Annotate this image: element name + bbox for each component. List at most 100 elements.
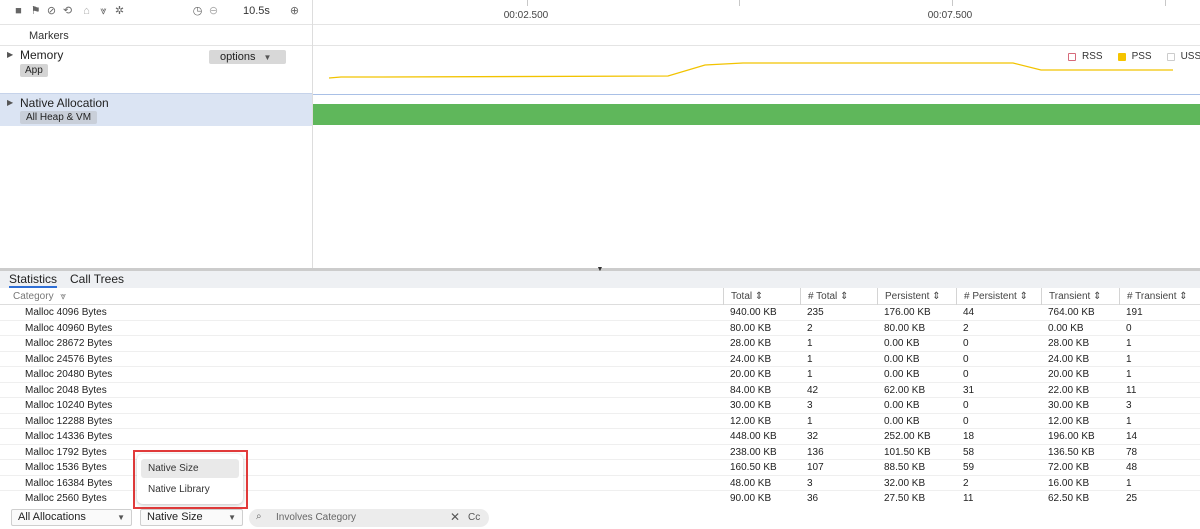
column-header-transient[interactable]: Transient ⇕ <box>1041 288 1119 305</box>
filter-icon[interactable]: ⩔ <box>60 291 66 302</box>
native-allocation-track[interactable]: ▶ Native Allocation All Heap & VM <box>0 93 312 126</box>
capture-icon[interactable]: ⟲ <box>61 5 74 18</box>
sort-icon: ⇕ <box>1019 291 1028 302</box>
transient-cell: 30.00 KB <box>1048 400 1090 411</box>
ruler-tick-label: 00:02.500 <box>503 10 549 21</box>
table-header: Category ⩔ Total ⇕ # Total ⇕ Persistent … <box>0 288 1200 305</box>
options-button[interactable]: options ▼ <box>209 50 286 64</box>
zoom-out-icon[interactable]: ⊖ <box>207 5 220 18</box>
column-header-total[interactable]: Total ⇕ <box>723 288 800 305</box>
menu-option-native-size[interactable]: Native Size <box>141 459 239 478</box>
transient-cell: 136.50 KB <box>1048 446 1095 458</box>
ruler-tick <box>527 0 528 6</box>
pss-legend-icon <box>1117 52 1126 61</box>
search-icon: ⌕ <box>256 511 262 522</box>
sort-icon: ⇕ <box>932 291 941 302</box>
column-label: Category <box>13 291 54 302</box>
table-row[interactable]: Malloc 12288 Bytes 12.00 KB 1 0.00 KB 0 12.00… <box>0 414 1200 429</box>
table-row[interactable]: Malloc 24576 Bytes 24.00 KB 1 0.00 KB 0 24.00… <box>0 352 1200 367</box>
total-count-cell: 136 <box>807 446 824 458</box>
expand-arrow-icon[interactable]: ▶ <box>7 98 13 107</box>
transient-count-cell: 1 <box>1126 338 1132 349</box>
total-cell: 24.00 KB <box>730 353 772 365</box>
search-input[interactable]: ⌕ Involves Category ✕ Cc <box>249 509 489 527</box>
table-row[interactable]: Malloc 2048 Bytes 84.00 KB 42 62.00 KB 31 22.… <box>0 383 1200 398</box>
markers-label: Markers <box>29 30 69 42</box>
persistent-cell: 32.00 KB <box>884 477 926 489</box>
table-row[interactable]: Malloc 40960 Bytes 80.00 KB 2 80.00 KB 2 0.00… <box>0 321 1200 336</box>
category-cell: Malloc 24576 Bytes <box>25 353 113 365</box>
total-count-cell: 32 <box>807 431 819 442</box>
column-label: Transient <box>1049 291 1091 302</box>
profiler-window: ■ ⚑ ⊘ ⟲ ⌂ ⩔ ✲ ◷ ⊖ 10.5s ⊕ 00:02.500 00:0… <box>0 0 1200 529</box>
transient-cell: 62.50 KB <box>1048 493 1090 504</box>
persistent-count-cell: 2 <box>963 322 969 334</box>
allocation-bar[interactable] <box>313 104 1200 125</box>
transient-count-cell: 14 <box>1126 431 1138 442</box>
flag-icon[interactable]: ⚑ <box>29 5 42 18</box>
pss-line <box>328 62 1173 79</box>
sort-icon: ⇕ <box>1179 291 1188 302</box>
transient-count-cell: 1 <box>1126 353 1132 365</box>
total-cell: 448.00 KB <box>730 431 777 442</box>
column-header-transient-count[interactable]: # Transient ⇕ <box>1119 288 1200 305</box>
sort-icon: ⇕ <box>1093 291 1102 302</box>
column-label: Persistent <box>885 291 930 302</box>
category-cell: Malloc 16384 Bytes <box>25 477 113 489</box>
record-icon[interactable]: ⊘ <box>45 5 58 18</box>
category-cell: Malloc 40960 Bytes <box>25 322 113 334</box>
persistent-count-cell: 18 <box>963 431 975 442</box>
persistent-cell: 88.50 KB <box>884 462 926 473</box>
save-icon[interactable]: ⌂ <box>80 5 93 18</box>
total-cell: 20.00 KB <box>730 369 772 380</box>
column-header-category[interactable]: Category ⩔ <box>0 288 723 305</box>
total-count-cell: 2 <box>807 322 813 334</box>
total-count-cell: 1 <box>807 415 813 427</box>
grouping-select[interactable]: Native Size ▼ <box>140 509 243 526</box>
column-header-total-count[interactable]: # Total ⇕ <box>800 288 877 305</box>
expand-arrow-icon[interactable]: ▶ <box>7 50 13 59</box>
rss-legend-icon <box>1068 52 1076 61</box>
category-cell: Malloc 10240 Bytes <box>25 400 113 411</box>
filter-icon[interactable]: ⩔ <box>97 5 110 18</box>
persistent-cell: 80.00 KB <box>884 322 926 334</box>
table-row[interactable]: Malloc 10240 Bytes 30.00 KB 3 0.00 KB 0 30.00… <box>0 398 1200 414</box>
menu-option-native-library[interactable]: Native Library <box>141 480 239 499</box>
transient-cell: 0.00 KB <box>1048 322 1084 334</box>
zoom-in-icon[interactable]: ⊕ <box>288 5 301 18</box>
case-sensitive-toggle[interactable]: Cc <box>468 512 480 523</box>
stop-icon[interactable]: ■ <box>12 5 25 18</box>
tab-call-trees[interactable]: Call Trees <box>70 272 124 286</box>
ruler-tick <box>739 0 740 6</box>
table-row[interactable]: Malloc 4096 Bytes 940.00 KB 235 176.00 KB 44… <box>0 305 1200 321</box>
clear-icon[interactable]: ✕ <box>450 510 460 524</box>
persistent-count-cell: 0 <box>963 369 969 380</box>
settings-icon[interactable]: ✲ <box>113 5 126 18</box>
empty-track-area <box>0 126 1200 268</box>
total-cell: 12.00 KB <box>730 415 772 427</box>
total-count-cell: 107 <box>807 462 824 473</box>
persistent-count-cell: 31 <box>963 384 975 396</box>
memory-chart-area <box>313 46 1200 94</box>
category-cell: Malloc 20480 Bytes <box>25 369 113 380</box>
column-header-persistent-count[interactable]: # Persistent ⇕ <box>956 288 1041 305</box>
total-count-cell: 1 <box>807 369 813 380</box>
transient-count-cell: 48 <box>1126 462 1138 473</box>
transient-count-cell: 25 <box>1126 493 1138 504</box>
table-row[interactable]: Malloc 28672 Bytes 28.00 KB 1 0.00 KB 0 28.00… <box>0 336 1200 352</box>
table-row[interactable]: Malloc 14336 Bytes 448.00 KB 32 252.00 KB 18… <box>0 429 1200 445</box>
total-cell: 28.00 KB <box>730 338 772 349</box>
sort-icon: ⇕ <box>840 291 849 302</box>
transient-cell: 22.00 KB <box>1048 384 1090 396</box>
table-row[interactable]: Malloc 20480 Bytes 20.00 KB 1 0.00 KB 0 20.00… <box>0 367 1200 383</box>
allocations-select[interactable]: All Allocations ▼ <box>11 509 132 526</box>
persistent-count-cell: 0 <box>963 400 969 411</box>
tab-statistics[interactable]: Statistics <box>9 272 58 288</box>
native-track-chip: All Heap & VM <box>20 111 98 124</box>
timer-icon[interactable]: ◷ <box>191 5 204 18</box>
timeline-ruler[interactable]: 00:02.500 00:07.500 <box>312 0 1200 24</box>
column-header-persistent[interactable]: Persistent ⇕ <box>877 288 956 305</box>
memory-track-title: Memory <box>20 48 64 62</box>
transient-cell: 196.00 KB <box>1048 431 1095 442</box>
transient-count-cell: 0 <box>1126 322 1132 334</box>
